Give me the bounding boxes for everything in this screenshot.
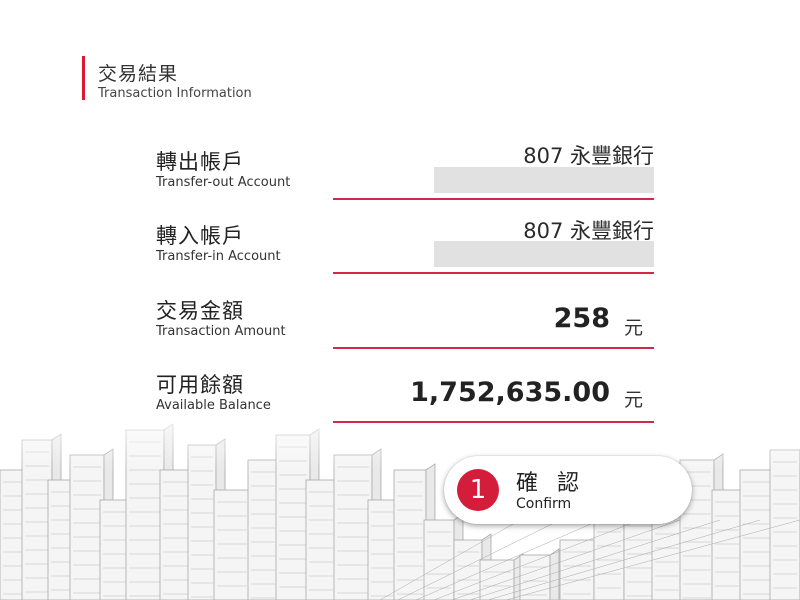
balance-unit: 元: [624, 389, 644, 411]
amount-value: 258: [553, 303, 610, 334]
confirm-label: 確 認: [516, 471, 585, 496]
transfer-in-account-masked: [434, 241, 654, 267]
confirm-label-en: Confirm: [516, 496, 572, 512]
transfer-in-label-en: Transfer-in Account: [156, 249, 281, 264]
row-divider: [333, 272, 654, 274]
transfer-out-label: 轉出帳戶: [156, 150, 244, 174]
amount-label: 交易金額: [156, 299, 244, 323]
amount-label-en: Transaction Amount: [156, 324, 286, 339]
balance-value: 1,752,635.00: [410, 377, 610, 408]
transfer-in-label: 轉入帳戶: [156, 224, 244, 248]
section-accent-bar: [82, 56, 85, 100]
amount-unit: 元: [624, 317, 644, 339]
balance-label: 可用餘額: [156, 373, 244, 397]
step-number-badge: 1: [457, 469, 499, 511]
transfer-out-bank: 807 永豐銀行: [523, 144, 654, 168]
transfer-out-label-en: Transfer-out Account: [156, 175, 291, 190]
transfer-in-row: 轉入帳戶 Transfer-in Account 807 永豐銀行: [0, 210, 800, 290]
row-divider: [333, 347, 654, 349]
balance-label-en: Available Balance: [156, 398, 271, 413]
row-divider: [333, 421, 654, 423]
section-title: 交易結果: [98, 63, 179, 85]
confirm-button[interactable]: 1 確 認 Confirm: [444, 456, 692, 524]
row-divider: [333, 198, 654, 200]
amount-row: 交易金額 Transaction Amount 258 元: [0, 285, 800, 365]
transfer-out-account-masked: [434, 167, 654, 193]
transfer-out-row: 轉出帳戶 Transfer-out Account 807 永豐銀行: [0, 136, 800, 216]
section-subtitle: Transaction Information: [98, 86, 252, 101]
balance-row: 可用餘額 Available Balance 1,752,635.00 元: [0, 359, 800, 439]
